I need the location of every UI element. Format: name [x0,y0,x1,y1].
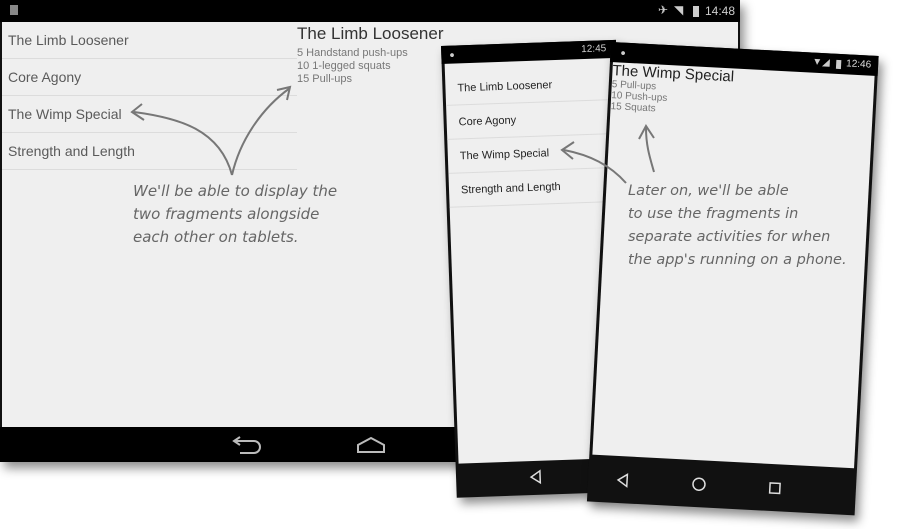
arrow-to-phone-list [563,149,627,184]
arrow-to-list [133,111,233,176]
annotation-arrows [130,85,655,184]
arrow-to-detail [231,87,291,176]
